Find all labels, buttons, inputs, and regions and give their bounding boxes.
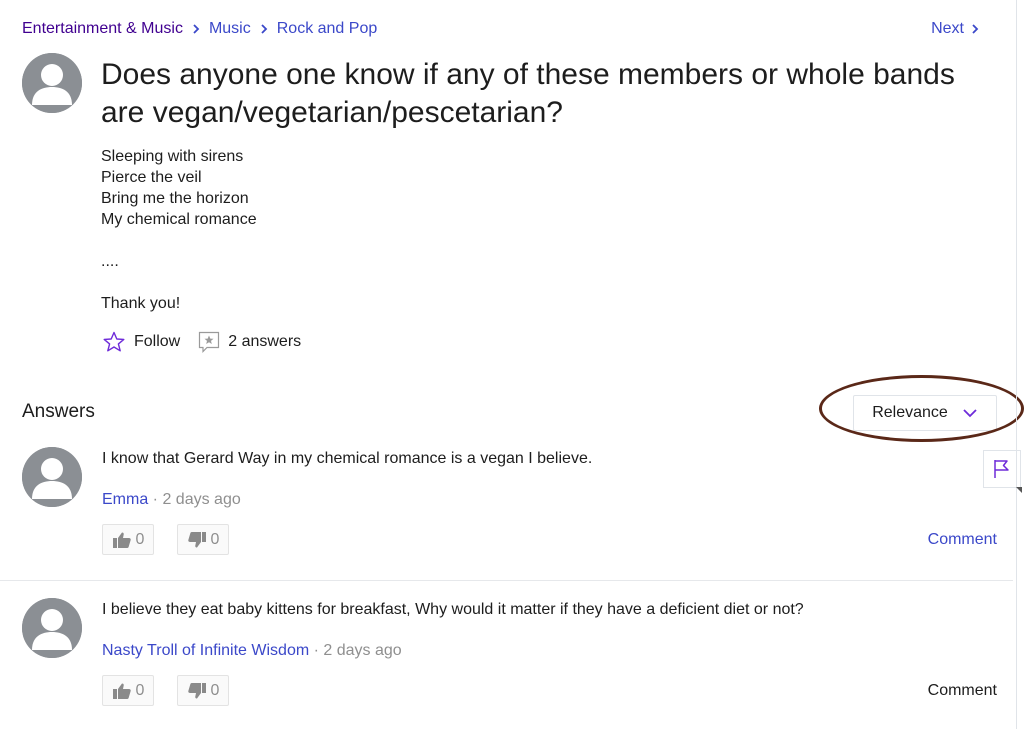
follow-button[interactable]: Follow: [102, 330, 180, 354]
asker-avatar[interactable]: [22, 53, 82, 113]
question-body-line: ....: [101, 253, 119, 270]
corner-marker: [1016, 487, 1022, 493]
question-body-line: Thank you!: [101, 295, 181, 312]
thumbs-down-icon: [187, 531, 206, 547]
chevron-right-icon: [256, 21, 272, 37]
answers-count[interactable]: 2 answers: [198, 330, 301, 354]
answer-text: I believe they eat baby kittens for brea…: [102, 601, 804, 618]
answer-author-avatar[interactable]: [22, 598, 82, 658]
user-avatar-icon: [22, 53, 82, 113]
chevron-right-icon: [188, 21, 204, 37]
answer-divider: [0, 580, 1013, 581]
question-body-line: [101, 230, 257, 251]
downvote-count: 0: [210, 530, 220, 548]
next-question-link[interactable]: Next: [931, 20, 980, 38]
user-avatar-icon: [22, 598, 82, 658]
downvote-button[interactable]: 0: [177, 524, 229, 555]
breadcrumb-music[interactable]: Music: [209, 20, 251, 38]
upvote-count: 0: [135, 530, 145, 548]
annotation-circle: [819, 375, 1024, 442]
question-title: Does anyone one know if any of these mem…: [101, 58, 955, 129]
breadcrumb: Entertainment & Music Music Rock and Pop: [22, 20, 377, 38]
answer-meta: Emma · 2 days ago: [102, 491, 241, 509]
scrollbar-track[interactable]: [1016, 0, 1017, 729]
thumbs-down-icon: [187, 682, 206, 698]
flag-icon: [994, 460, 1009, 478]
question-body-line: [101, 272, 257, 293]
user-avatar-icon: [22, 447, 82, 507]
star-outline-icon: [103, 331, 125, 352]
question-body-line: Bring me the horizon: [101, 190, 249, 207]
breadcrumb-rock-and-pop[interactable]: Rock and Pop: [277, 20, 378, 38]
answer-author-link[interactable]: Nasty Troll of Infinite Wisdom: [102, 642, 309, 659]
question-body-line: Pierce the veil: [101, 169, 202, 186]
answer-text: I know that Gerard Way in my chemical ro…: [102, 450, 593, 467]
downvote-button[interactable]: 0: [177, 675, 229, 706]
answers-count-label: 2 answers: [228, 333, 302, 350]
answer-author-avatar[interactable]: [22, 447, 82, 507]
answer-meta: Nasty Troll of Infinite Wisdom · 2 days …: [102, 642, 402, 660]
answer-bubble-icon: [199, 331, 220, 353]
answer-author-link[interactable]: Emma: [102, 491, 148, 508]
chevron-right-icon: [972, 24, 979, 34]
question-body: Sleeping with sirens Pierce the veil Bri…: [101, 146, 257, 314]
upvote-button[interactable]: 0: [102, 524, 154, 555]
page: Entertainment & Music Music Rock and Pop…: [0, 0, 1024, 729]
follow-label: Follow: [134, 333, 181, 350]
comment-button[interactable]: Comment: [928, 682, 997, 700]
downvote-count: 0: [210, 681, 220, 699]
comment-button[interactable]: Comment: [928, 531, 997, 549]
question-body-line: My chemical romance: [101, 211, 257, 228]
upvote-button[interactable]: 0: [102, 675, 154, 706]
upvote-count: 0: [135, 681, 145, 699]
question-body-line: Sleeping with sirens: [101, 148, 244, 165]
question-actions: Follow 2 answers: [102, 330, 301, 354]
answer-time: · 2 days ago: [309, 642, 402, 659]
breadcrumb-entertainment-music[interactable]: Entertainment & Music: [22, 20, 183, 38]
answers-heading: Answers: [22, 401, 95, 422]
answer-time: · 2 days ago: [148, 491, 241, 508]
next-label: Next: [931, 20, 964, 37]
thumbs-up-icon: [112, 532, 131, 548]
thumbs-up-icon: [112, 683, 131, 699]
